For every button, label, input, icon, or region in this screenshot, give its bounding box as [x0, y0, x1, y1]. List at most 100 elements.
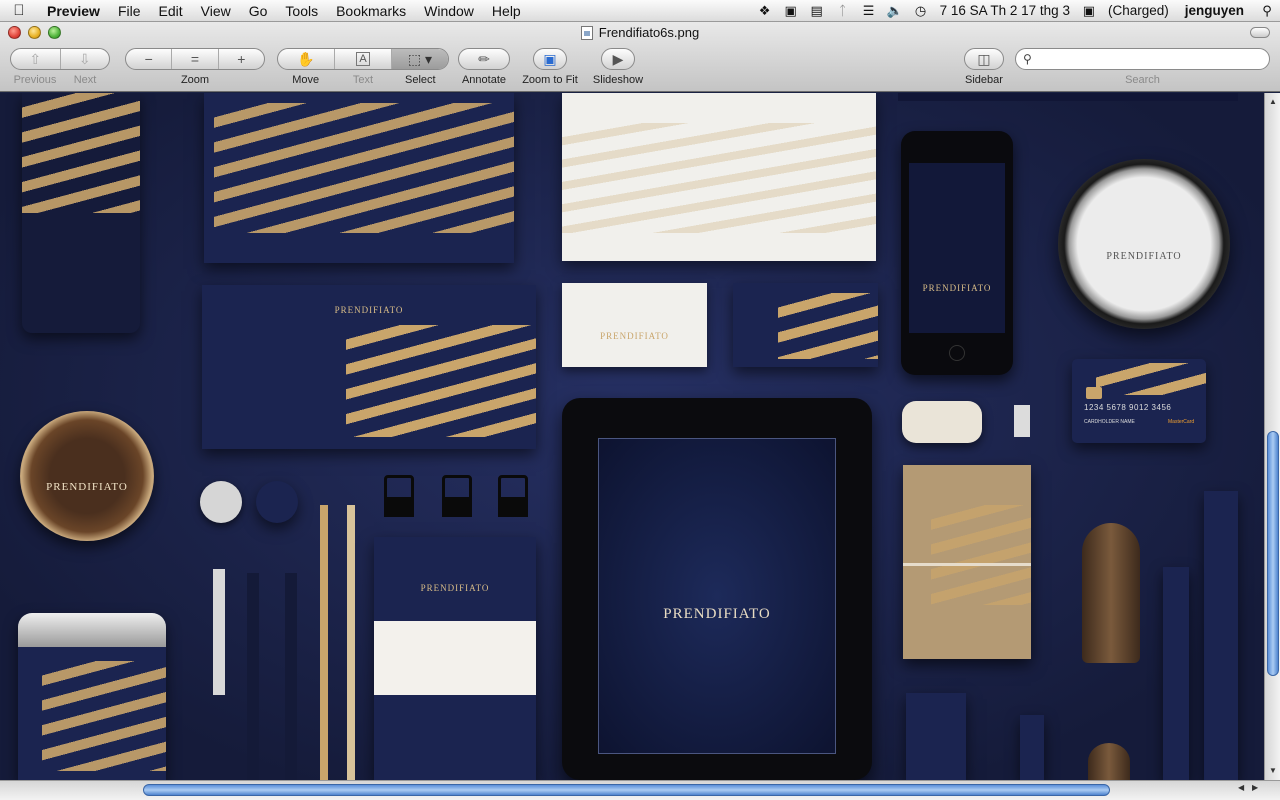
menu-help[interactable]: Help [483, 0, 530, 22]
display-icon[interactable]: ▤ [804, 0, 830, 22]
menu-app-preview[interactable]: Preview [38, 0, 109, 22]
spotlight-icon[interactable]: ⚲ [1254, 0, 1280, 22]
toolbar-toggle-button[interactable] [1250, 27, 1270, 38]
tool-mode-group: ✋ A ⬚ ▾ Move Text Select [277, 48, 449, 92]
next-label: Next [73, 74, 97, 86]
card-network-text: MasterCard [1168, 419, 1195, 425]
ruler-top-image [898, 93, 1238, 101]
text-tool-button[interactable]: A [335, 49, 392, 69]
menu-window[interactable]: Window [415, 0, 483, 22]
menu-tools[interactable]: Tools [276, 0, 327, 22]
menu-go[interactable]: Go [240, 0, 277, 22]
scroll-left-arrow-icon[interactable]: ◀ [1238, 783, 1244, 792]
tablet-brand-text: PRENDIFIATO [663, 606, 771, 622]
selection-icon: ⬚ ▾ [407, 50, 433, 67]
scroll-up-arrow-icon[interactable]: ▲ [1265, 95, 1280, 109]
image-canvas[interactable]: PRENDIFIATO PRENDIFIATO PRENDIFIATO PREN… [0, 93, 1264, 780]
prev-next-group: ⇧ ⇩ Previous Next [10, 48, 110, 92]
horizontal-scrollbar[interactable]: ◀ ▶ [0, 780, 1280, 800]
text-cursor-icon: A [356, 52, 370, 66]
zoom-to-fit-icon: ▣ [543, 50, 557, 67]
window-title-text: Frendifiato6s.png [598, 25, 700, 40]
bluetooth-icon[interactable]: ᛏ [830, 0, 856, 22]
tin-brand-text: PRENDIFIATO [1106, 251, 1182, 262]
eraser-image [213, 569, 225, 695]
user-menu[interactable]: jenguyen [1175, 3, 1254, 18]
usb-stick-image [1014, 405, 1030, 437]
envelope-image: PRENDIFIATO [202, 285, 536, 449]
battery-icon[interactable]: ▣ [1076, 0, 1102, 22]
ruler-image [1163, 567, 1189, 780]
sidebar-group: ◫ Sidebar [960, 48, 1008, 92]
next-button[interactable]: ⇩ [61, 49, 110, 69]
annotate-button[interactable]: ✏ [458, 48, 510, 70]
business-card-white-image: PRENDIFIATO [562, 283, 707, 367]
annotate-label: Annotate [461, 74, 507, 86]
search-input[interactable] [1038, 51, 1258, 67]
volume-icon[interactable]: 🔈 [882, 0, 908, 22]
zoom-in-button[interactable]: + [219, 49, 264, 69]
horizontal-scroll-thumb[interactable] [143, 784, 1110, 796]
time-machine-icon[interactable]: ◷ [908, 0, 934, 22]
business-card-navy-image [733, 283, 878, 367]
zoom-group: − = + Zoom [125, 48, 265, 92]
arrow-up-icon: ⇧ [29, 50, 42, 67]
slideshow-button[interactable]: ▶ [601, 48, 635, 70]
binder-clip-image [498, 475, 528, 517]
notebook-image: PRENDIFIATO [374, 537, 536, 780]
image-capture-icon[interactable]: ▣ [778, 0, 804, 22]
binder-clip-image [384, 475, 414, 517]
folder-image [204, 93, 514, 263]
menubar-clock[interactable]: 7 16 SA Th 2 17 thg 3 [934, 0, 1076, 22]
menu-view[interactable]: View [192, 0, 240, 22]
move-label: Move [292, 74, 320, 86]
zoom-out-button[interactable]: − [126, 49, 173, 69]
card-brand-text: PRENDIFIATO [600, 331, 669, 341]
annotate-group: ✏ Annotate [458, 48, 510, 92]
cardholder-text: CARDHOLDER NAME [1084, 419, 1135, 425]
menu-bookmarks[interactable]: Bookmarks [327, 0, 415, 22]
slideshow-label: Slideshow [592, 74, 644, 86]
zoom-to-fit-button[interactable]: ▣ [533, 48, 567, 70]
pencil-image [320, 505, 328, 780]
plus-icon: + [237, 51, 246, 67]
scroll-down-arrow-icon[interactable]: ▼ [1265, 764, 1280, 778]
hand-icon: ✋ [297, 50, 315, 67]
battery-status[interactable]: (Charged) [1102, 0, 1175, 22]
previous-label: Previous [13, 74, 57, 86]
zoom-to-fit-label: Zoom to Fit [522, 74, 578, 86]
search-field[interactable]: ⚲ [1015, 48, 1270, 70]
pencil-icon: ✏ [478, 50, 490, 67]
usb-drive-image [1020, 715, 1044, 780]
sidebar-button[interactable]: ◫ [964, 48, 1004, 70]
zoom-label: Zoom [180, 74, 210, 86]
move-tool-button[interactable]: ✋ [278, 49, 335, 69]
dropbox-icon[interactable]: ❖ [752, 0, 778, 22]
document-icon[interactable] [580, 25, 593, 40]
menu-file[interactable]: File [109, 0, 150, 22]
menu-bar:  Preview File Edit View Go Tools Bookma… [0, 0, 1280, 22]
previous-button[interactable]: ⇧ [11, 49, 61, 69]
select-tool-button[interactable]: ⬚ ▾ [392, 49, 448, 69]
actual-size-button[interactable]: = [172, 49, 219, 69]
arrow-down-icon: ⇩ [78, 50, 91, 67]
search-icon: ⚲ [1023, 52, 1032, 66]
vertical-scroll-thumb[interactable] [1267, 431, 1279, 676]
wooden-stamp-image [1082, 523, 1140, 663]
wifi-icon[interactable]: ☰ [856, 0, 882, 22]
pencil-image [347, 505, 355, 780]
minus-icon: − [144, 51, 153, 67]
badge-navy-image [256, 481, 298, 523]
scroll-right-arrow-icon[interactable]: ▶ [1252, 783, 1258, 792]
play-icon: ▶ [612, 50, 624, 67]
envelope-brand-text: PRENDIFIATO [334, 305, 404, 315]
zoom-segment: − = + [125, 48, 265, 70]
vertical-scrollbar[interactable]: ▲ ▼ [1264, 93, 1280, 780]
menu-edit[interactable]: Edit [150, 0, 192, 22]
letterhead-image [562, 93, 876, 261]
window-title: Frendifiato6s.png [0, 25, 1280, 40]
phone-brand-text: PRENDIFIATO [922, 283, 992, 293]
text-label: Text [352, 74, 374, 86]
wood-knob-image [1088, 743, 1130, 780]
apple-menu-icon[interactable]:  [0, 2, 38, 19]
